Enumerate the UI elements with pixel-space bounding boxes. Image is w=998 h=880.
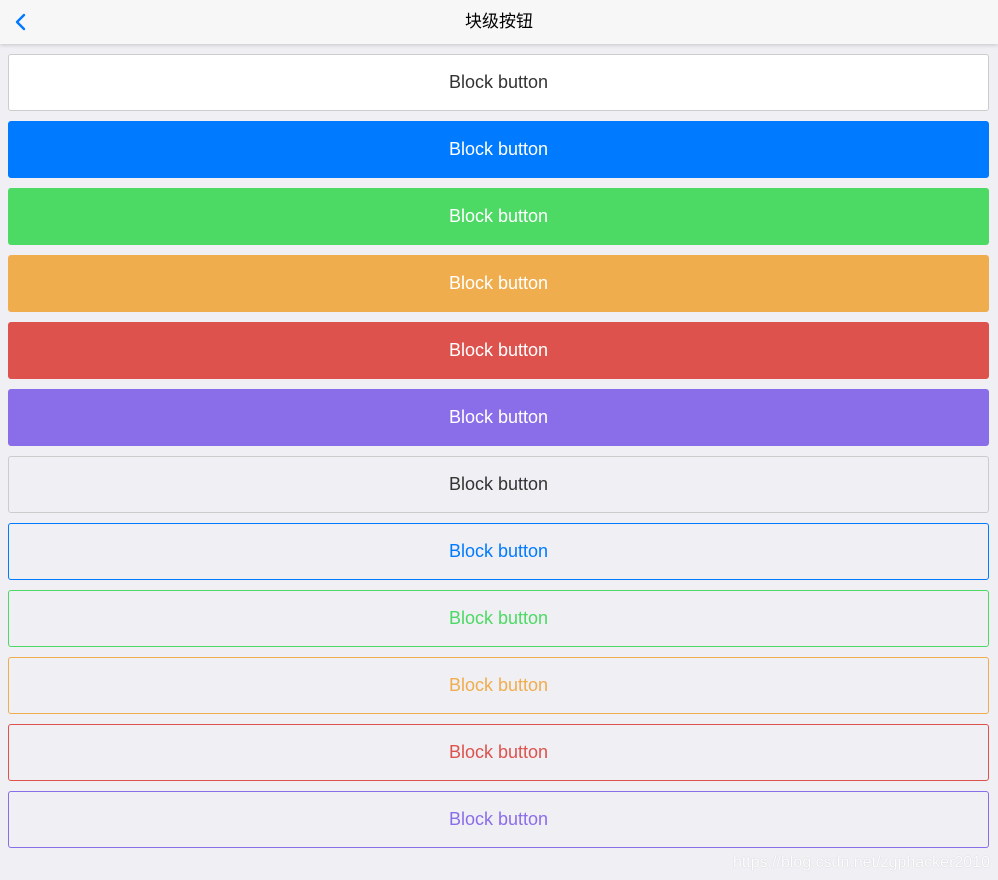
outlined-block-button-danger[interactable]: Block button	[8, 724, 989, 781]
outlined-block-button-royal[interactable]: Block button	[8, 791, 989, 848]
watermark-text: https://blog.csdn.net/zgphacker2010	[732, 854, 990, 871]
block-button-positive[interactable]: Block button	[8, 188, 989, 245]
navigation-bar: 块级按钮	[0, 0, 998, 44]
page-title: 块级按钮	[465, 12, 533, 31]
block-button-royal[interactable]: Block button	[8, 389, 989, 446]
block-button-danger[interactable]: Block button	[8, 322, 989, 379]
block-button-primary[interactable]: Block button	[8, 121, 989, 178]
block-button-warning[interactable]: Block button	[8, 255, 989, 312]
outlined-block-button-default[interactable]: Block button	[8, 456, 989, 513]
outlined-block-button-warning[interactable]: Block button	[8, 657, 989, 714]
button-list: Block button Block button Block button B…	[8, 54, 990, 858]
outlined-block-button-positive[interactable]: Block button	[8, 590, 989, 647]
outlined-block-button-primary[interactable]: Block button	[8, 523, 989, 580]
block-button-default[interactable]: Block button	[8, 54, 989, 111]
